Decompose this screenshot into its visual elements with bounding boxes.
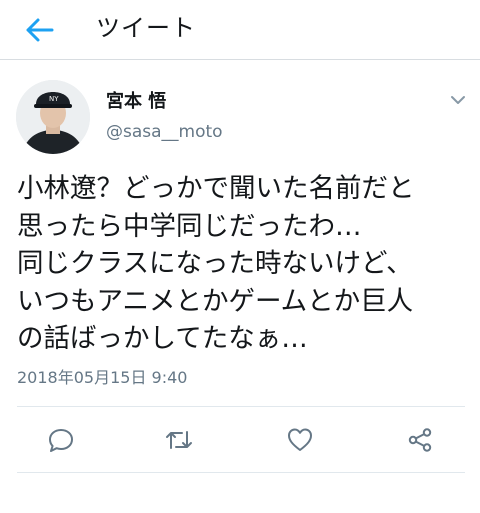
reply-button[interactable] xyxy=(45,424,77,456)
arrow-left-icon xyxy=(26,18,54,42)
user-display-name[interactable]: 宮本 悟 xyxy=(106,90,166,114)
chevron-down-icon xyxy=(451,96,465,104)
tweet-menu-caret[interactable] xyxy=(446,90,470,110)
tweet-timestamp[interactable]: 2018年05月15日 9:40 xyxy=(17,366,187,390)
user-handle[interactable]: @sasa__moto xyxy=(106,120,223,144)
retweet-icon xyxy=(166,431,192,449)
divider xyxy=(17,472,465,473)
like-button[interactable] xyxy=(284,424,316,456)
app-header: ツイート xyxy=(0,0,480,60)
tweet-text: 小林遼？どっかで聞いた名前だと 思ったら中学同じだったわ… 同じクラスになった時… xyxy=(17,173,415,354)
heart-icon xyxy=(288,428,312,451)
share-button[interactable] xyxy=(404,424,436,456)
share-icon xyxy=(408,428,432,452)
back-button[interactable] xyxy=(20,12,60,48)
tweet-actions-bar xyxy=(0,408,480,472)
retweet-button[interactable] xyxy=(163,424,195,456)
page-title: ツイート xyxy=(96,14,196,42)
avatar[interactable]: NY xyxy=(16,80,90,154)
divider xyxy=(17,406,465,407)
svg-text:NY: NY xyxy=(49,95,59,103)
reply-icon xyxy=(49,429,73,452)
avatar-photo: NY xyxy=(16,80,90,154)
